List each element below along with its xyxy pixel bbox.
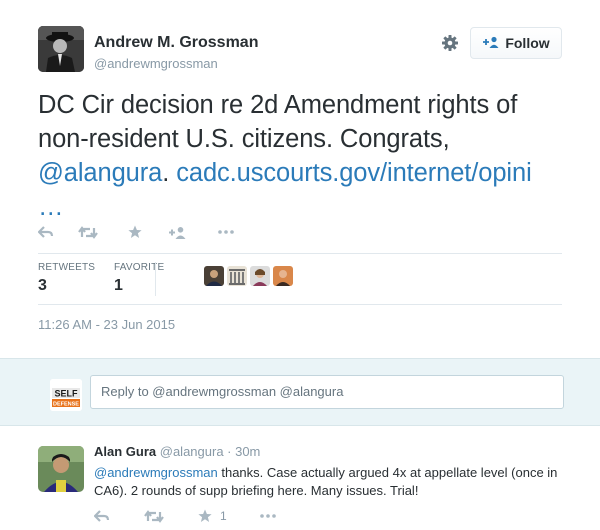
url-link[interactable]: cadc.uscourts.gov/internet/opini	[176, 159, 532, 187]
divider	[38, 304, 562, 305]
tweet-text-part: DC Cir decision re 2d Amendment rights o…	[38, 91, 518, 153]
retweets-count: 3	[38, 277, 47, 294]
reply-mention-link[interactable]: @andrewmgrossman	[94, 465, 218, 480]
reply-input[interactable]: Reply to @andrewmgrossman @alangura	[90, 375, 564, 409]
reply-favorite-count: 1	[220, 509, 227, 523]
reply-author-meta[interactable]: @alangura · 30m	[160, 444, 261, 459]
retweets-stat[interactable]: RETWEETS 3	[38, 262, 95, 295]
reply-arrow-icon[interactable]	[94, 510, 144, 522]
reply-author-name[interactable]: Alan Gura	[94, 444, 156, 459]
tweet-actions	[38, 222, 248, 242]
reply-actions: 1	[94, 508, 290, 524]
star-icon[interactable]	[128, 225, 168, 239]
user-avatar[interactable]	[227, 266, 247, 286]
mention-link[interactable]: @alangura	[38, 159, 162, 187]
reply-header: Alan Gura @alangura · 30m	[94, 444, 260, 459]
gear-icon[interactable]	[440, 33, 460, 53]
retweets-label: RETWEETS	[38, 262, 96, 273]
url-ellipsis[interactable]: …	[38, 193, 64, 221]
favorites-count: 1	[114, 277, 123, 294]
more-dots-icon[interactable]	[218, 230, 248, 234]
author-avatar[interactable]	[38, 26, 84, 72]
follow-button-label: Follow	[505, 35, 550, 51]
retweet-icon[interactable]	[144, 509, 198, 523]
retweet-icon[interactable]	[78, 225, 128, 239]
tweet-card: Andrew M. Grossman @andrewmgrossman Foll…	[0, 0, 600, 358]
more-dots-icon[interactable]	[260, 514, 290, 518]
reply-arrow-icon[interactable]	[38, 226, 78, 238]
avatar-logo-text: SELF	[54, 389, 78, 399]
reply-tweet: Alan Gura @alangura · 30m @andrewmgrossm…	[0, 424, 600, 530]
reply-input-placeholder: Reply to @andrewmgrossman @alangura	[101, 384, 344, 399]
stats-separator	[155, 262, 156, 296]
reply-author-avatar[interactable]	[38, 446, 84, 492]
user-avatar[interactable]	[273, 266, 293, 286]
avatar-logo-subtext: DEFENSE	[53, 402, 79, 408]
add-user-icon[interactable]	[168, 226, 218, 239]
user-avatar[interactable]	[250, 266, 270, 286]
author-avatar-photo	[38, 26, 84, 72]
author-handle[interactable]: @andrewmgrossman	[94, 56, 218, 71]
engaged-users	[204, 266, 293, 286]
tweet-text: DC Cir decision re 2d Amendment rights o…	[38, 88, 568, 224]
follow-button[interactable]: Follow	[470, 27, 562, 59]
reply-text: @andrewmgrossman thanks. Case actually a…	[94, 464, 574, 500]
tweet-timestamp[interactable]: 11:26 AM - 23 Jun 2015	[38, 317, 175, 332]
tweet-text-part: .	[162, 159, 177, 187]
divider	[38, 253, 562, 254]
reply-composer: SELF DEFENSE Reply to @andrewmgrossman @…	[0, 358, 600, 426]
add-user-icon	[482, 35, 499, 51]
author-name[interactable]: Andrew M. Grossman	[94, 34, 258, 52]
favorites-label: FAVORITE	[114, 262, 165, 273]
user-avatar[interactable]	[204, 266, 224, 286]
star-icon[interactable]: 1	[198, 509, 260, 523]
favorites-stat[interactable]: FAVORITE 1	[114, 262, 164, 295]
current-user-avatar: SELF DEFENSE	[50, 379, 82, 411]
